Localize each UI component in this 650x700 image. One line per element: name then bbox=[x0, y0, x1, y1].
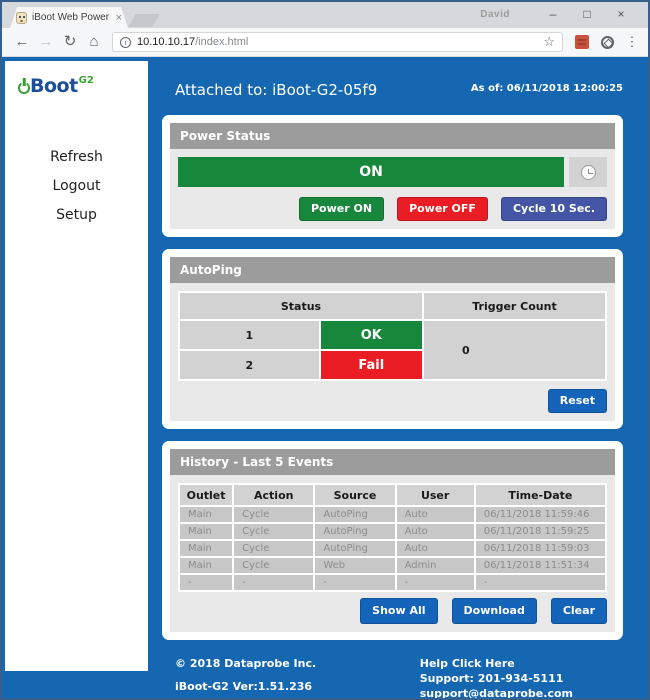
autoping-status-2: Fail bbox=[321, 351, 422, 379]
autoping-row-1: 1 OK 0 bbox=[180, 321, 605, 349]
new-tab-button[interactable] bbox=[128, 14, 160, 27]
power-state-bar: ON bbox=[178, 157, 564, 187]
copyright-text: © 2018 Dataprobe Inc. bbox=[175, 656, 316, 672]
history-col-source: Source bbox=[315, 485, 394, 505]
sidebar-item-logout[interactable]: Logout bbox=[5, 178, 148, 194]
browser-tab[interactable]: iBoot Web Power Switch × bbox=[10, 7, 128, 28]
sidebar-item-refresh[interactable]: Refresh bbox=[5, 149, 148, 165]
url-host: 10.10.10.17 bbox=[137, 36, 195, 48]
page-footer: © 2018 Dataprobe Inc. iBoot-G2 Ver:1.51.… bbox=[175, 656, 573, 700]
history-header-row: Outlet Action Source User Time-Date bbox=[180, 485, 605, 505]
autoping-trigger-count: 0 bbox=[424, 321, 605, 379]
table-row: Main Cycle AutoPing Auto 06/11/2018 11:5… bbox=[180, 541, 605, 556]
download-button[interactable]: Download bbox=[452, 598, 537, 624]
clear-button[interactable]: Clear bbox=[551, 598, 607, 624]
as-of-timestamp: As of: 06/11/2018 12:00:25 bbox=[471, 83, 623, 94]
url-path: /index.html bbox=[195, 36, 248, 48]
outlet-favicon-icon bbox=[16, 12, 27, 24]
power-status-card: Power Status ON Power ON Power OFF Cycle… bbox=[162, 115, 623, 237]
close-button[interactable]: × bbox=[604, 6, 638, 22]
show-all-button[interactable]: Show All bbox=[360, 598, 437, 624]
tab-title: iBoot Web Power Switch bbox=[32, 12, 112, 23]
history-col-action: Action bbox=[234, 485, 313, 505]
tab-close-icon[interactable]: × bbox=[116, 12, 122, 24]
timer-icon bbox=[581, 165, 596, 180]
history-card: History - Last 5 Events Outlet Action So… bbox=[162, 441, 623, 640]
reset-button[interactable]: Reset bbox=[548, 389, 607, 413]
autoping-status-1: OK bbox=[321, 321, 422, 349]
attached-to-title: Attached to: iBoot-G2-05f9 bbox=[175, 81, 377, 99]
iboot-logo: BootG2 bbox=[18, 75, 148, 97]
autoping-col-status: Status bbox=[180, 293, 422, 319]
history-title: History - Last 5 Events bbox=[170, 449, 615, 475]
power-status-title: Power Status bbox=[170, 123, 615, 149]
bookmark-star-icon[interactable]: ☆ bbox=[543, 34, 555, 50]
table-row: Main Cycle AutoPing Auto 06/11/2018 11:5… bbox=[180, 507, 605, 522]
refresh-icon[interactable]: ↻ bbox=[58, 31, 82, 53]
browser-window: iBoot Web Power Switch × David – □ × ← →… bbox=[0, 0, 650, 700]
support-email-link[interactable]: support@dataprobe.com bbox=[420, 686, 573, 700]
maximize-button[interactable]: □ bbox=[570, 6, 604, 22]
minimize-button[interactable]: – bbox=[536, 6, 570, 22]
main-area: Attached to: iBoot-G2-05f9 As of: 06/11/… bbox=[148, 57, 648, 700]
back-icon[interactable]: ← bbox=[10, 31, 34, 53]
power-on-button[interactable]: Power ON bbox=[299, 197, 384, 221]
version-text: iBoot-G2 Ver:1.51.236 bbox=[175, 679, 316, 695]
history-col-timedate: Time-Date bbox=[476, 485, 605, 505]
autoping-outlet-2: 2 bbox=[180, 351, 319, 379]
home-icon[interactable]: ⌂ bbox=[82, 31, 106, 53]
extension-gray-icon[interactable] bbox=[601, 36, 614, 49]
sidebar-item-setup[interactable]: Setup bbox=[5, 207, 148, 223]
logo-text: Boot bbox=[30, 75, 78, 97]
table-row: Main Cycle Web Admin 06/11/2018 11:51:34 bbox=[180, 558, 605, 573]
browser-menu-icon[interactable]: ⋮ bbox=[624, 34, 640, 50]
cycle-button[interactable]: Cycle 10 Sec. bbox=[501, 197, 607, 221]
power-off-button[interactable]: Power OFF bbox=[397, 197, 488, 221]
autoping-col-trigger: Trigger Count bbox=[424, 293, 605, 319]
table-row: Main Cycle AutoPing Auto 06/11/2018 11:5… bbox=[180, 524, 605, 539]
page-content: BootG2 Refresh Logout Setup Attached to:… bbox=[2, 57, 648, 698]
logo-superscript: G2 bbox=[79, 75, 94, 86]
profile-name[interactable]: David bbox=[480, 9, 510, 20]
help-link[interactable]: Help Click Here bbox=[420, 656, 573, 671]
sidebar-menu: Refresh Logout Setup bbox=[5, 149, 148, 223]
url-bar[interactable]: i 10.10.10.17 /index.html ☆ bbox=[112, 32, 563, 52]
autoping-table: Status Trigger Count 1 OK 0 2 Fail bbox=[178, 291, 607, 381]
history-table: Outlet Action Source User Time-Date Main… bbox=[178, 483, 607, 592]
history-col-user: User bbox=[397, 485, 474, 505]
autoping-header-row: Status Trigger Count bbox=[180, 293, 605, 319]
browser-titlebar: iBoot Web Power Switch × David – □ × bbox=[2, 2, 648, 28]
power-symbol-icon bbox=[18, 82, 30, 94]
forward-icon[interactable]: → bbox=[34, 31, 58, 53]
sidebar: BootG2 Refresh Logout Setup bbox=[5, 61, 148, 671]
autoping-title: AutoPing bbox=[170, 257, 615, 283]
page-info-icon[interactable]: i bbox=[120, 37, 131, 48]
table-row: - - - - - bbox=[180, 575, 605, 590]
autoping-card: AutoPing Status Trigger Count 1 OK 0 bbox=[162, 249, 623, 429]
autoping-outlet-1: 1 bbox=[180, 321, 319, 349]
extension-red-icon[interactable] bbox=[575, 35, 589, 49]
browser-toolbar: ← → ↻ ⌂ i 10.10.10.17 /index.html ☆ ⋮ bbox=[2, 28, 648, 57]
page-header: Attached to: iBoot-G2-05f9 As of: 06/11/… bbox=[162, 81, 623, 99]
timer-box bbox=[569, 157, 607, 187]
history-col-outlet: Outlet bbox=[180, 485, 232, 505]
support-phone: Support: 201-934-5111 bbox=[420, 671, 573, 686]
